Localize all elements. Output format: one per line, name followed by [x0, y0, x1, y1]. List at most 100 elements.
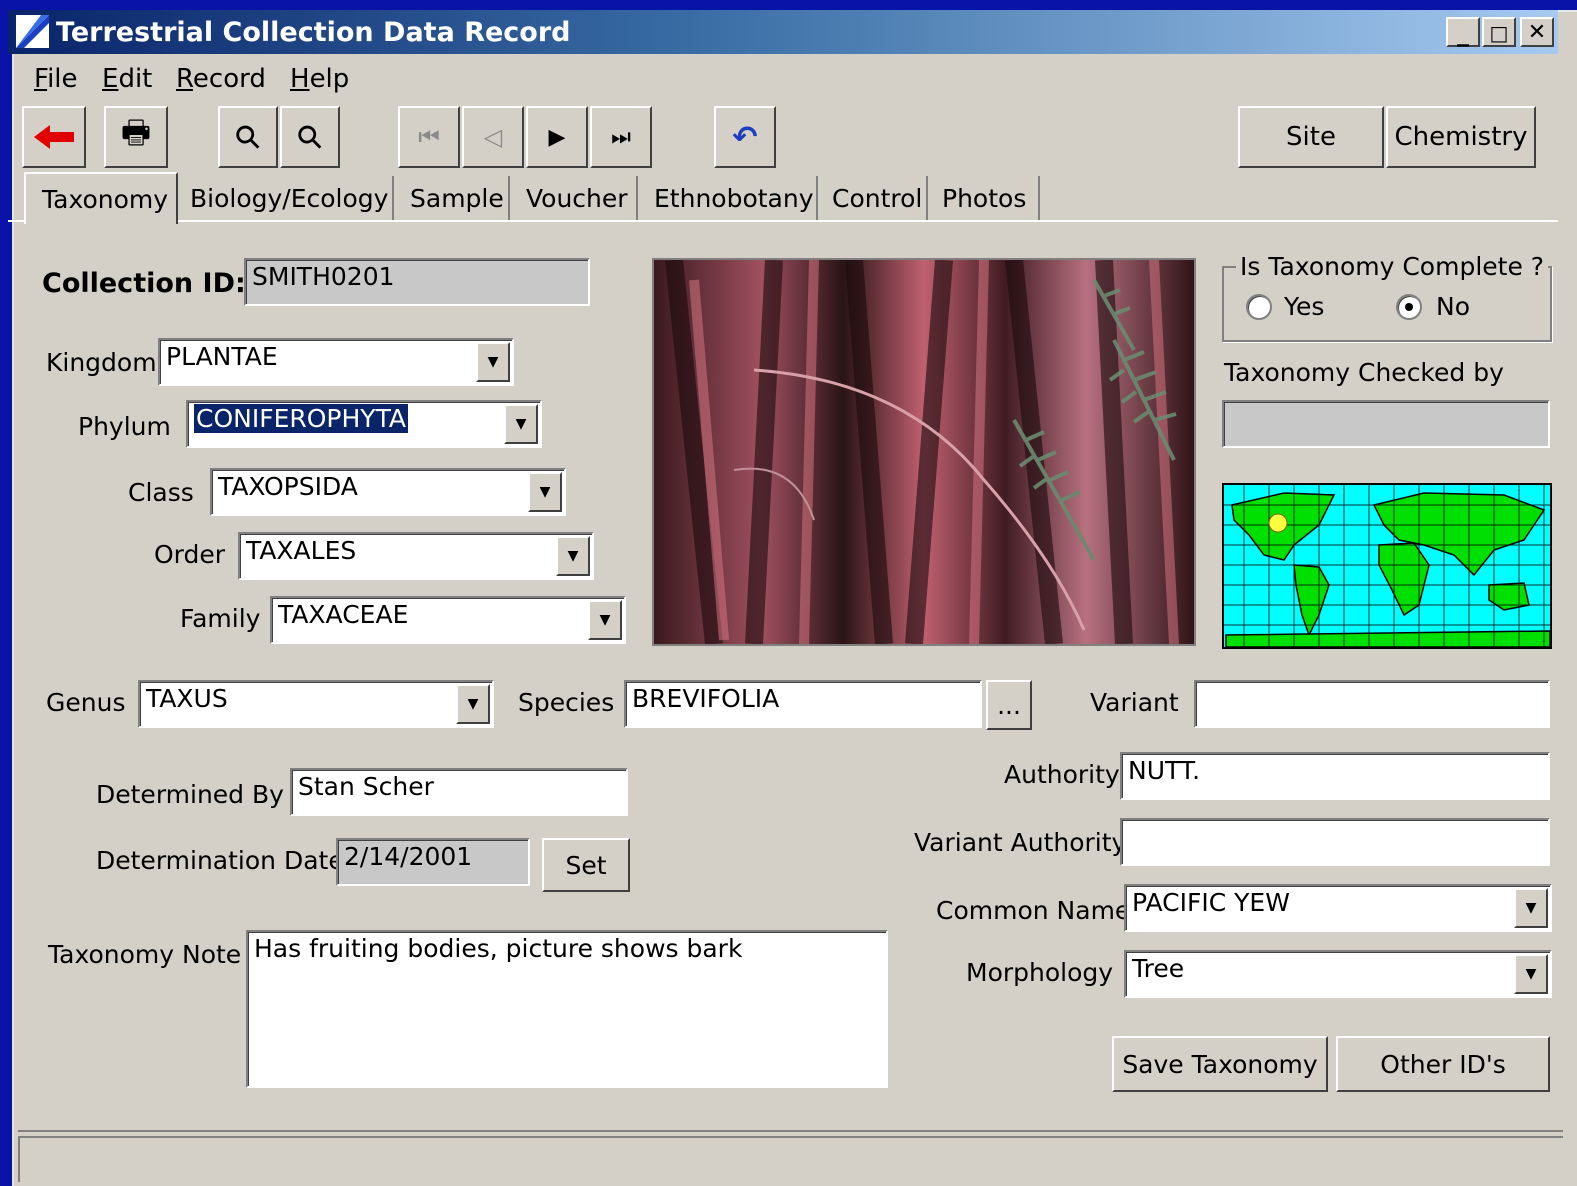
variant-authority-field[interactable] [1120, 818, 1550, 866]
kingdom-combo[interactable]: PLANTAE ▼ [158, 338, 514, 386]
app-icon [16, 15, 49, 48]
status-panel [18, 1136, 1563, 1182]
minimize-button[interactable]: _ [1446, 17, 1480, 47]
set-date-button[interactable]: Set [542, 838, 630, 892]
previous-record-button[interactable]: ◁ [462, 106, 524, 168]
morphology-label: Morphology [966, 958, 1114, 987]
radio-no-label: No [1436, 292, 1470, 321]
genus-combo[interactable]: TAXUS ▼ [138, 680, 494, 728]
next-record-icon: ▶ [548, 124, 566, 150]
authority-label: Authority [1004, 760, 1120, 789]
menu-file[interactable]: File [34, 64, 78, 94]
specimen-photo [652, 258, 1196, 646]
tab-voucher[interactable]: Voucher [516, 176, 638, 220]
checked-by-field[interactable] [1222, 400, 1550, 448]
determined-by-field[interactable]: Stan Scher [290, 768, 628, 816]
tab-sample[interactable]: Sample [400, 176, 510, 220]
chevron-down-icon[interactable]: ▼ [1514, 888, 1548, 928]
other-ids-button[interactable]: Other ID's [1336, 1036, 1550, 1092]
close-button[interactable]: ✕ [1520, 17, 1554, 47]
order-label: Order [154, 540, 226, 569]
find-next-icon: ⚲ [288, 115, 332, 159]
order-combo[interactable]: TAXALES ▼ [238, 532, 594, 580]
taxonomy-complete-label: Is Taxonomy Complete ? [1236, 252, 1549, 281]
kingdom-label: Kingdom [46, 348, 157, 377]
genus-label: Genus [46, 688, 126, 717]
first-record-button[interactable]: ⏮ [398, 106, 460, 168]
save-taxonomy-button[interactable]: Save Taxonomy [1112, 1036, 1328, 1092]
chevron-down-icon[interactable]: ▼ [504, 404, 538, 444]
tab-control[interactable]: Control [822, 176, 928, 220]
undo-icon: ↶ [732, 119, 758, 155]
family-combo[interactable]: TAXACEAE ▼ [270, 596, 626, 644]
species-label: Species [518, 688, 615, 717]
common-name-label: Common Name [936, 896, 1131, 925]
find-icon: ⚲ [226, 115, 270, 159]
menu-help[interactable]: Help [290, 64, 349, 94]
chevron-down-icon[interactable]: ▼ [1514, 954, 1548, 994]
tab-strip-line [8, 220, 1558, 222]
species-lookup-button[interactable]: ... [986, 680, 1032, 730]
chevron-down-icon[interactable]: ▼ [556, 536, 590, 576]
kingdom-value: PLANTAE [166, 342, 278, 371]
authority-field[interactable]: NUTT. [1120, 752, 1550, 800]
class-value: TAXOPSIDA [218, 472, 358, 501]
radio-no[interactable] [1396, 294, 1422, 320]
species-field[interactable]: BREVIFOLIA [624, 680, 982, 728]
status-bar [18, 1130, 1563, 1182]
print-button[interactable]: 🖶 [104, 106, 168, 168]
genus-value: TAXUS [146, 684, 228, 713]
tab-ethnobotany[interactable]: Ethnobotany [644, 176, 818, 220]
collection-id-label: Collection ID: [42, 268, 246, 299]
radio-yes[interactable] [1246, 294, 1272, 320]
tab-taxonomy[interactable]: Taxonomy [24, 172, 178, 224]
maximize-button[interactable]: □ [1482, 17, 1516, 47]
morphology-combo[interactable]: Tree ▼ [1124, 950, 1552, 998]
world-map [1222, 483, 1552, 649]
site-button[interactable]: Site [1238, 106, 1384, 168]
chevron-down-icon[interactable]: ▼ [456, 684, 490, 724]
chemistry-button[interactable]: Chemistry [1386, 106, 1536, 168]
radio-yes-label: Yes [1284, 292, 1325, 321]
variant-authority-label: Variant Authority [914, 828, 1127, 857]
variant-label: Variant [1090, 688, 1179, 717]
back-button[interactable] [22, 106, 86, 168]
chevron-down-icon[interactable]: ▼ [476, 342, 510, 382]
phylum-combo[interactable]: CONIFEROPHYTA ▼ [186, 400, 542, 448]
common-name-combo[interactable]: PACIFIC YEW ▼ [1124, 884, 1552, 932]
morphology-value: Tree [1132, 954, 1185, 983]
family-label: Family [180, 604, 261, 633]
undo-button[interactable]: ↶ [714, 106, 776, 168]
collection-id-field[interactable]: SMITH0201 [244, 258, 590, 306]
print-icon: 🖶 [120, 113, 152, 151]
phylum-label: Phylum [78, 412, 171, 441]
order-value: TAXALES [246, 536, 357, 565]
first-record-icon: ⏮ [418, 123, 440, 151]
chevron-down-icon[interactable]: ▼ [528, 472, 562, 512]
tab-photos[interactable]: Photos [932, 176, 1040, 220]
determination-date-label: Determination Date [96, 846, 344, 875]
find-next-button[interactable]: ⚲ [280, 106, 340, 168]
phylum-value: CONIFEROPHYTA [194, 404, 409, 433]
title-bar[interactable]: Terrestrial Collection Data Record _ □ ✕ [8, 10, 1558, 54]
taxonomy-note-textarea[interactable]: Has fruiting bodies, picture shows bark [246, 930, 888, 1088]
find-button[interactable]: ⚲ [218, 106, 278, 168]
chevron-down-icon[interactable]: ▼ [588, 600, 622, 640]
determined-by-label: Determined By [96, 780, 284, 809]
determination-date-field[interactable]: 2/14/2001 [336, 838, 530, 886]
menu-edit[interactable]: Edit [102, 64, 152, 94]
back-arrow-icon [34, 125, 74, 149]
last-record-icon: ⏭ [611, 124, 631, 150]
last-record-button[interactable]: ⏭ [590, 106, 652, 168]
next-record-button[interactable]: ▶ [526, 106, 588, 168]
checked-by-label: Taxonomy Checked by [1224, 358, 1504, 387]
common-name-value: PACIFIC YEW [1132, 888, 1290, 917]
class-combo[interactable]: TAXOPSIDA ▼ [210, 468, 566, 516]
tab-biology-ecology[interactable]: Biology/Ecology [180, 176, 394, 220]
menu-record[interactable]: Record [176, 64, 266, 94]
class-label: Class [128, 478, 194, 507]
family-value: TAXACEAE [278, 600, 409, 629]
variant-field[interactable] [1194, 680, 1550, 728]
previous-record-icon: ◁ [483, 123, 503, 151]
window-title: Terrestrial Collection Data Record [56, 17, 571, 48]
